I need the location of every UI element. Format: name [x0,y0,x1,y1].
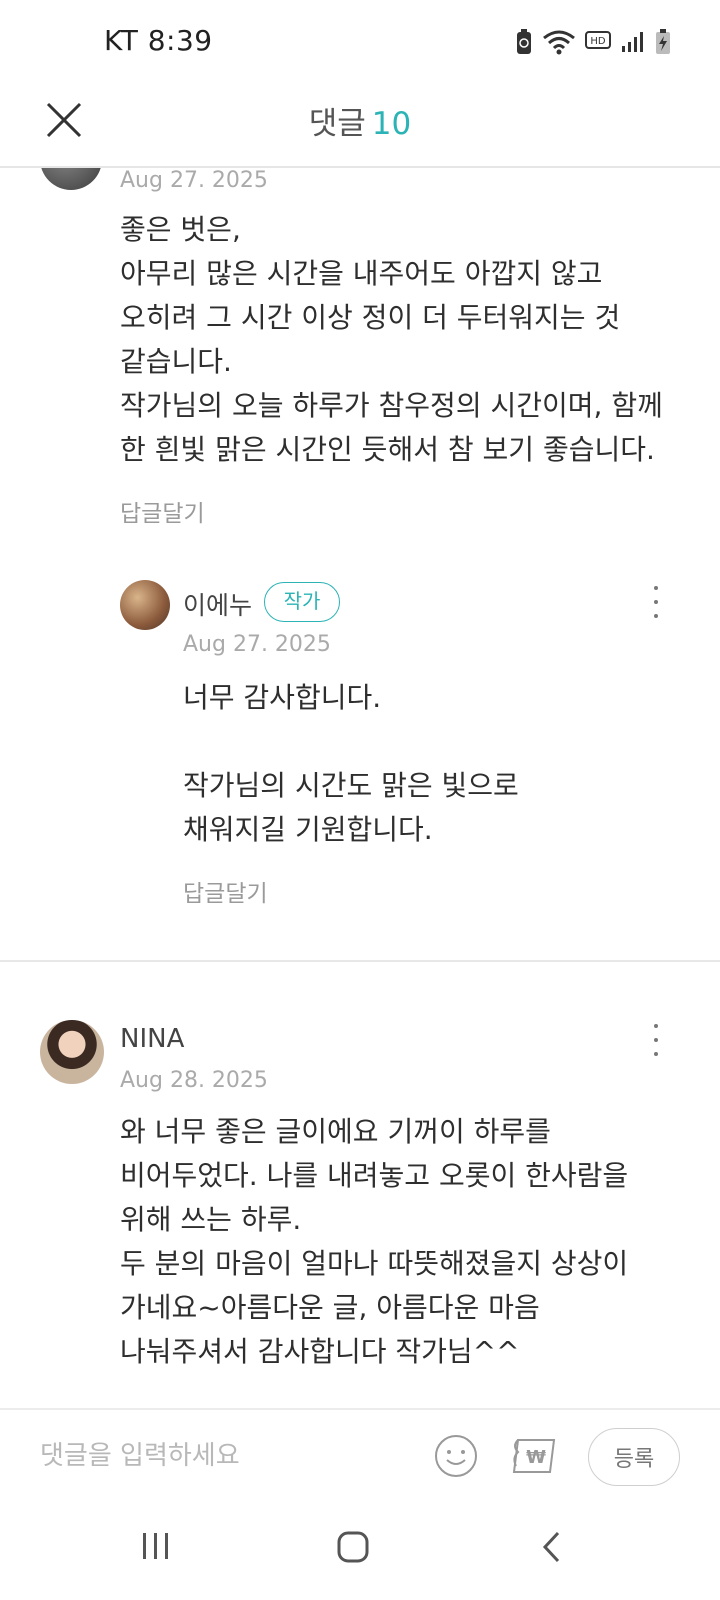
system-nav-bar [0,1500,720,1600]
won-ticket-icon: ₩ [512,1439,556,1473]
comment-list[interactable]: Aug 27. 2025 좋은 벗은, 아무리 많은 시간을 내주어도 아깝지 … [0,168,720,1408]
svg-text:HD: HD [590,36,606,47]
reply-date: Aug 27. 2025 [183,632,331,657]
divider [0,960,720,962]
more-vertical-icon [654,586,658,590]
comment-count: 10 [371,106,412,142]
status-bar: KT 8:39 HD [0,0,720,86]
back-icon [542,1531,560,1563]
more-vertical-icon-dot [654,1052,658,1056]
status-time: KT 8:39 [104,24,213,57]
title-label: 댓글 [308,106,366,142]
reply-text: 너무 감사합니다. 작가님의 시간도 맑은 빛으로 채워지길 기원합니다. [183,681,519,846]
submit-button[interactable]: 등록 [588,1428,680,1486]
hd-voice-icon: HD [585,31,611,49]
comment-input-bar: ₩ 등록 [0,1408,720,1500]
smiley-icon [435,1435,477,1477]
reply-button[interactable]: 답글달기 [183,874,268,908]
battery-charging-icon [656,29,670,54]
more-options-button[interactable] [646,1020,666,1060]
status-icons: HD [514,28,672,56]
recent-apps-button[interactable] [140,1530,172,1566]
more-vertical-icon-dot [654,614,658,618]
comments-header: 댓글 10 [0,86,720,168]
more-options-button[interactable] [646,582,666,622]
avatar[interactable] [40,1020,104,1084]
tip-button[interactable]: ₩ [510,1436,558,1480]
home-button[interactable] [336,1530,370,1568]
reply-button[interactable]: 답글달기 [120,494,205,528]
wifi-icon [543,30,575,55]
svg-text:₩: ₩ [526,1447,546,1468]
avatar[interactable] [40,168,102,190]
reply-author-name[interactable]: 이에누 [183,586,252,622]
more-vertical-icon-dot [654,1038,658,1042]
comment-input[interactable] [40,1434,400,1478]
battery-saver-icon [517,29,531,54]
emoji-button[interactable] [434,1434,478,1482]
page-title: 댓글 10 [0,98,720,143]
back-button[interactable] [540,1530,564,1568]
comment-text: 좋은 벗은, 아무리 많은 시간을 내주어도 아깝지 않고 오히려 그 시간 이… [120,213,663,466]
comment-date: Aug 28. 2025 [120,1068,268,1093]
home-icon [337,1531,369,1563]
comment-date: Aug 27. 2025 [120,168,268,193]
comment-text: 와 너무 좋은 글이에요 기꺼이 하루를 비어두었다. 나를 내려놓고 오롯이 … [120,1115,629,1368]
recent-apps-icon [143,1533,168,1559]
more-vertical-icon-dot [654,600,658,604]
more-vertical-icon [654,1024,658,1028]
author-badge: 작가 [264,582,340,622]
avatar[interactable] [120,580,170,630]
comment-author-name[interactable]: NINA [120,1024,184,1054]
signal-icon [622,32,643,52]
